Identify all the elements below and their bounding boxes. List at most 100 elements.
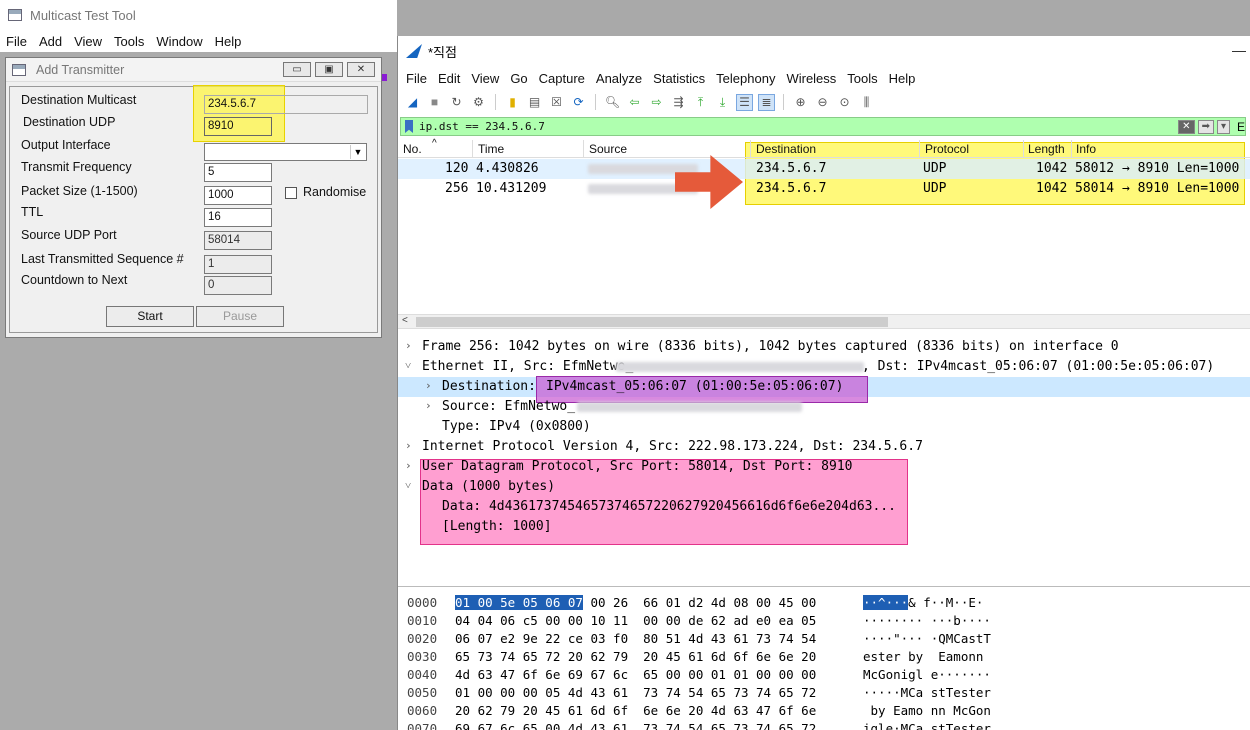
- go-forward-icon[interactable]: ⇨: [648, 94, 665, 111]
- go-back-icon[interactable]: ⇦: [626, 94, 643, 111]
- packet-row[interactable]: 256 10.431209 234.5.6.7 UDP 1042 58014 →…: [398, 179, 1250, 199]
- close-button[interactable]: ✕: [347, 62, 375, 77]
- col-protocol[interactable]: Protocol: [925, 142, 969, 156]
- tree-frame[interactable]: › Frame 256: 1042 bytes on wire (8336 bi…: [398, 337, 1250, 357]
- resize-columns-icon[interactable]: ⫼: [858, 94, 875, 111]
- hex-bytes[interactable]: 06 07 e2 9e 22 ce 03 f0 80 51 4d 43 61 7…: [455, 631, 816, 646]
- open-file-icon[interactable]: ▮: [504, 94, 521, 111]
- hex-ascii[interactable]: by Eamo nn McGon: [863, 703, 991, 718]
- packet-row[interactable]: 120 4.430826 234.5.6.7 UDP 1042 58012 → …: [398, 159, 1250, 179]
- hex-ascii[interactable]: ····"··· ·QMCastT: [863, 631, 991, 646]
- output-interface-select[interactable]: ▼: [204, 143, 367, 161]
- ws-menu-statistics[interactable]: Statistics: [653, 71, 710, 86]
- first-packet-icon[interactable]: ⤒: [692, 94, 709, 111]
- ws-menu-edit[interactable]: Edit: [438, 71, 465, 86]
- menu-file[interactable]: File: [6, 34, 34, 49]
- zoom-out-icon[interactable]: ⊖: [814, 94, 831, 111]
- go-to-packet-icon[interactable]: ⇶: [670, 94, 687, 111]
- ws-menu-view[interactable]: View: [471, 71, 504, 86]
- apply-filter-icon[interactable]: ➡: [1197, 119, 1214, 134]
- randomise-checkbox[interactable]: [285, 187, 297, 199]
- hex-ascii[interactable]: & f··M··E·: [908, 595, 983, 610]
- scrollbar-thumb[interactable]: [416, 317, 888, 327]
- hex-bytes[interactable]: 01 00 00 00 05 4d 43 61 73 74 54 65 73 7…: [455, 685, 816, 700]
- hex-ascii[interactable]: ·····MCa stTester: [863, 685, 991, 700]
- dest-udp-input[interactable]: 8910: [204, 117, 272, 136]
- tree-data[interactable]: ˅ Data (1000 bytes): [398, 477, 1250, 497]
- tree-eth-source[interactable]: › Source: EfmNetwo_: [398, 397, 1250, 417]
- collapse-icon[interactable]: ˅: [405, 359, 411, 372]
- packet-size-input[interactable]: 1000: [204, 186, 272, 205]
- hex-bytes-selected[interactable]: 01 00 5e 05 06 07: [455, 595, 583, 610]
- display-filter-input[interactable]: ip.dst == 234.5.6.7: [419, 120, 545, 133]
- display-filter-bar[interactable]: ip.dst == 234.5.6.7 ✕ ➡ ▾ E: [400, 117, 1246, 136]
- ws-menu-telephony[interactable]: Telephony: [716, 71, 780, 86]
- expand-icon[interactable]: ›: [425, 399, 432, 412]
- hex-bytes[interactable]: 20 62 79 20 45 61 6d 6f 6e 6e 20 4d 63 4…: [455, 703, 816, 718]
- tree-ethernet[interactable]: ˅ Ethernet II, Src: EfmNetwo_ , Dst: IPv…: [398, 357, 1250, 377]
- colorize-icon[interactable]: ≣: [758, 93, 775, 111]
- restart-capture-icon[interactable]: ↻: [448, 94, 465, 111]
- stop-capture-icon[interactable]: ■: [426, 94, 443, 111]
- ws-menu-help[interactable]: Help: [889, 71, 921, 86]
- expand-icon[interactable]: ›: [405, 339, 412, 352]
- hex-bytes[interactable]: 04 04 06 c5 00 00 10 11 00 00 de 62 ad e…: [455, 613, 816, 628]
- filter-history-icon[interactable]: ▾: [1216, 119, 1230, 134]
- tree-eth-destination[interactable]: › Destination: IPv4mcast_05:06:07 (01:00…: [398, 376, 1250, 403]
- menu-tools[interactable]: Tools: [114, 34, 151, 49]
- window-minimize-icon[interactable]: [1232, 50, 1246, 52]
- tree-udp[interactable]: › User Datagram Protocol, Src Port: 5801…: [398, 457, 1250, 477]
- expand-icon[interactable]: ›: [405, 439, 412, 452]
- maximize-button[interactable]: ▣: [315, 62, 343, 77]
- save-file-icon[interactable]: ▤: [526, 94, 543, 111]
- hex-ascii[interactable]: ester by Eamonn: [863, 649, 983, 664]
- col-time[interactable]: Time: [478, 142, 504, 156]
- ws-menu-go[interactable]: Go: [510, 71, 532, 86]
- hex-bytes[interactable]: 65 73 74 65 72 20 62 79 20 45 61 6d 6f 6…: [455, 649, 816, 664]
- filter-expressions-label[interactable]: E: [1237, 120, 1245, 134]
- tree-data-length[interactable]: [Length: 1000]: [398, 517, 1250, 537]
- minimize-button[interactable]: ▭: [283, 62, 311, 77]
- col-length[interactable]: Length: [1028, 142, 1065, 156]
- hex-bytes[interactable]: 4d 63 47 6f 6e 69 67 6c 65 00 00 01 01 0…: [455, 667, 816, 682]
- hex-ascii[interactable]: igle·MCa stTester: [863, 721, 991, 730]
- packet-bytes-pane[interactable]: 0000 01 00 5e 05 06 07 00 26 66 01 d2 4d…: [398, 586, 1250, 730]
- ws-menu-file[interactable]: File: [406, 71, 432, 86]
- col-no[interactable]: No.: [403, 142, 422, 156]
- tree-ipv4[interactable]: › Internet Protocol Version 4, Src: 222.…: [398, 437, 1250, 457]
- reload-file-icon[interactable]: ⟳: [570, 94, 587, 111]
- ws-menu-analyze[interactable]: Analyze: [596, 71, 647, 86]
- menu-add[interactable]: Add: [39, 34, 69, 49]
- last-packet-icon[interactable]: ⤓: [714, 94, 731, 111]
- find-packet-icon[interactable]: 🔍︎: [604, 94, 621, 111]
- col-destination[interactable]: Destination: [756, 142, 816, 156]
- menu-help[interactable]: Help: [215, 34, 249, 49]
- zoom-normal-icon[interactable]: ⊙: [836, 94, 853, 111]
- ws-menu-wireless[interactable]: Wireless: [786, 71, 841, 86]
- hex-ascii[interactable]: ········ ···b····: [863, 613, 991, 628]
- hex-ascii[interactable]: McGonigl e·······: [863, 667, 991, 682]
- expand-icon[interactable]: ›: [425, 379, 432, 392]
- hex-bytes[interactable]: 69 67 6c 65 00 4d 43 61 73 74 54 65 73 7…: [455, 721, 816, 730]
- hex-bytes[interactable]: 00 26 66 01 d2 4d 08 00 45 00: [583, 595, 816, 610]
- menu-view[interactable]: View: [74, 34, 109, 49]
- autoscroll-icon[interactable]: ☰: [736, 93, 753, 111]
- pause-button[interactable]: Pause: [196, 306, 284, 327]
- filter-bookmark-icon[interactable]: [405, 120, 413, 133]
- capture-options-icon[interactable]: ⚙: [470, 94, 487, 111]
- clear-filter-icon[interactable]: ✕: [1178, 119, 1195, 134]
- start-capture-icon[interactable]: ◢: [404, 94, 421, 111]
- ws-menu-tools[interactable]: Tools: [847, 71, 882, 86]
- ws-menu-capture[interactable]: Capture: [539, 71, 590, 86]
- col-source[interactable]: Source: [589, 142, 627, 156]
- menu-window[interactable]: Window: [156, 34, 209, 49]
- col-info[interactable]: Info: [1076, 142, 1096, 156]
- tree-eth-type[interactable]: Type: IPv4 (0x0800): [398, 417, 1250, 437]
- zoom-in-icon[interactable]: ⊕: [792, 94, 809, 111]
- hex-ascii-selected[interactable]: ··^···: [863, 595, 909, 610]
- tree-data-hex[interactable]: Data: 4d43617374546573746572206279204566…: [398, 497, 1250, 517]
- ttl-input[interactable]: 16: [204, 208, 272, 227]
- collapse-icon[interactable]: ˅: [405, 479, 411, 492]
- start-button[interactable]: Start: [106, 306, 194, 327]
- expand-icon[interactable]: ›: [405, 459, 412, 472]
